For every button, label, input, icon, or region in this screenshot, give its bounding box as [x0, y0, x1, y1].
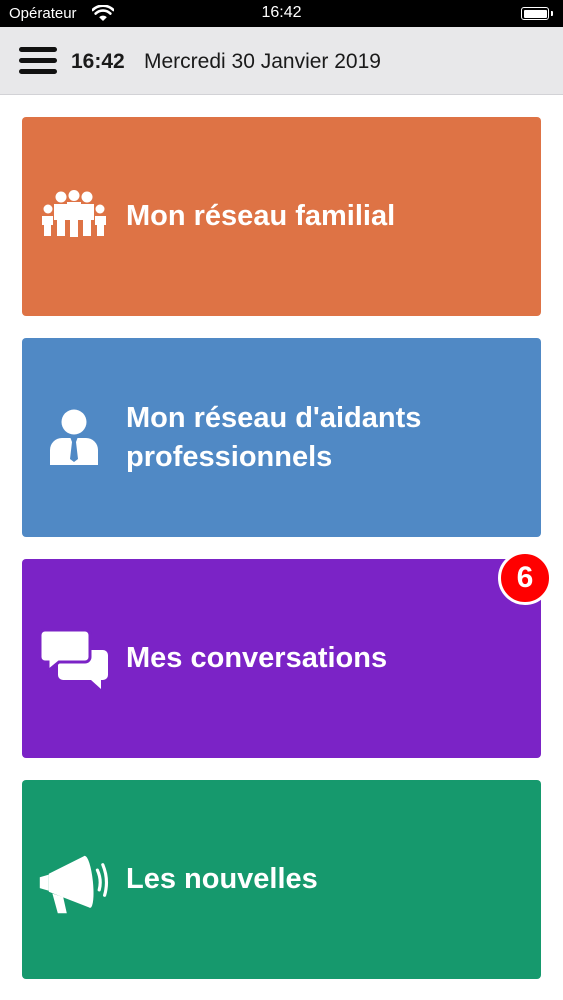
status-bar: Opérateur 16:42: [0, 0, 563, 27]
header-time: 16:42: [71, 50, 125, 73]
status-clock: 16:42: [261, 4, 302, 21]
battery-icon: [521, 7, 553, 20]
tile-label: Mes conversations: [126, 642, 388, 674]
tile-label: Mon réseau familial: [126, 200, 396, 232]
tile-news[interactable]: Les nouvelles: [22, 780, 541, 979]
tile-professional-network[interactable]: Mon réseau d'aidants professionnels: [22, 338, 541, 537]
megaphone-icon: [38, 780, 110, 979]
tile-label: Les nouvelles: [126, 863, 318, 895]
family-group-icon: [38, 117, 110, 316]
unread-count-badge: 6: [498, 551, 552, 605]
tile-label: Mon réseau d'aidants professionnels: [126, 401, 422, 473]
tile-family-network[interactable]: Mon réseau familial: [22, 117, 541, 316]
chat-bubbles-icon: [38, 559, 110, 758]
tile-conversations[interactable]: Mes conversations: [22, 559, 541, 758]
professional-person-icon: [38, 338, 110, 537]
header-bar: 16:42 Mercredi 30 Janvier 2019: [0, 27, 563, 95]
header-date: Mercredi 30 Janvier 2019: [144, 50, 381, 73]
hamburger-menu-icon[interactable]: [19, 47, 57, 75]
